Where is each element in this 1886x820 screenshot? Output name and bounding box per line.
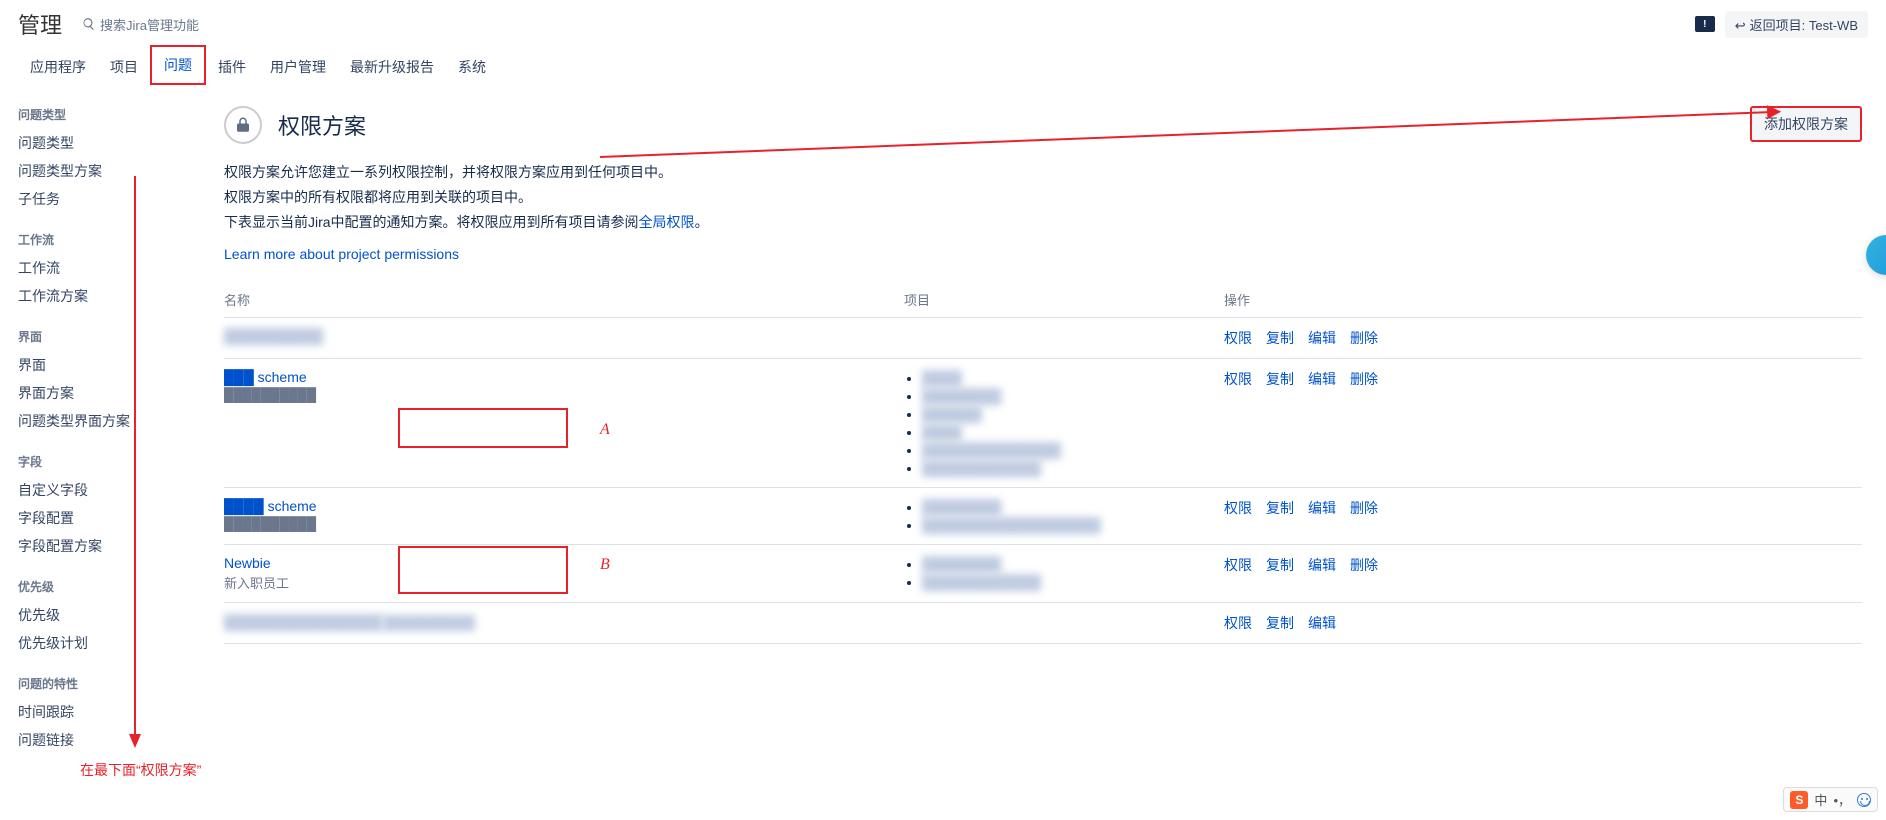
action-perm[interactable]: 权限 (1224, 371, 1252, 387)
table-row: ████ scheme█████████████████████████████… (224, 487, 1862, 544)
table-row: ██████████████████████████ 权限复制编辑 (224, 602, 1862, 643)
annotation-label-a: A (600, 421, 610, 439)
scheme-description: ██████████ (224, 516, 904, 531)
sidebar-heading: 问题类型 (18, 106, 200, 123)
sidebar-heading: 问题的特性 (18, 675, 200, 692)
table-row: ███ scheme██████████████████████████████… (224, 358, 1862, 487)
main-content: 权限方案 添加权限方案 权限方案允许您建立一系列权限控制，并将权限方案应用到任何… (200, 86, 1886, 792)
col-header-name: 名称 (224, 282, 904, 318)
lock-icon (224, 106, 262, 144)
action-copy[interactable]: 复制 (1266, 371, 1294, 387)
action-perm[interactable]: 权限 (1224, 330, 1252, 346)
nav-tab[interactable]: 项目 (98, 49, 150, 85)
action-del[interactable]: 删除 (1350, 330, 1378, 346)
sidebar-item[interactable]: 字段配置方案 (18, 532, 200, 560)
scheme-description: ██████████ (383, 615, 475, 630)
project-item[interactable]: ████████ (922, 387, 1224, 405)
page-title: 权限方案 (278, 109, 366, 141)
action-perm[interactable]: 权限 (1224, 557, 1252, 573)
scheme-name-link[interactable]: ██████████ (224, 328, 323, 344)
col-header-action: 操作 (1224, 282, 1862, 318)
sidebar-item[interactable]: 时间跟踪 (18, 698, 200, 726)
project-item[interactable]: ████████████ (922, 459, 1224, 477)
project-item[interactable]: ██████████████████ (922, 516, 1224, 534)
action-perm[interactable]: 权限 (1224, 615, 1252, 631)
return-to-project-button[interactable]: ↩返回项目: Test-WB (1725, 11, 1868, 38)
action-edit[interactable]: 编辑 (1308, 371, 1336, 387)
project-item[interactable]: ████████ (922, 555, 1224, 573)
project-item[interactable]: ██████████████ (922, 441, 1224, 459)
action-del[interactable]: 删除 (1350, 557, 1378, 573)
ime-punct: •， (1833, 790, 1851, 809)
action-perm[interactable]: 权限 (1224, 500, 1252, 516)
ime-emoji-icon[interactable] (1857, 793, 1871, 807)
search-icon (82, 17, 96, 31)
sidebar-item[interactable]: 优先级计划 (18, 629, 200, 657)
sidebar-item[interactable]: 工作流方案 (18, 282, 200, 310)
action-copy[interactable]: 复制 (1266, 557, 1294, 573)
global-permissions-link[interactable]: 全局权限 (639, 214, 695, 230)
nav-tab[interactable]: 系统 (446, 49, 498, 85)
action-del[interactable]: 删除 (1350, 371, 1378, 387)
sidebar-heading: 优先级 (18, 578, 200, 595)
sidebar-item[interactable]: 子任务 (18, 185, 200, 213)
sidebar-item[interactable]: 工作流 (18, 254, 200, 282)
scheme-description: 新入职员工 (224, 573, 904, 592)
sidebar-item[interactable]: 问题类型 (18, 129, 200, 157)
sidebar-item[interactable]: 问题类型界面方案 (18, 407, 200, 435)
page-description: 权限方案允许您建立一系列权限控制，并将权限方案应用到任何项目中。 权限方案中的所… (224, 160, 1862, 236)
table-row: Newbie 新入职员工 ████████████████████权限复制编辑删除 (224, 544, 1862, 602)
sidebar-item[interactable]: 问题类型方案 (18, 157, 200, 185)
project-item[interactable]: ████ (922, 369, 1224, 387)
learn-more-link[interactable]: Learn more about project permissions (224, 246, 1862, 262)
action-copy[interactable]: 复制 (1266, 330, 1294, 346)
admin-nav-tabs: 应用程序项目问题插件用户管理最新升级报告系统 (0, 48, 1886, 86)
project-item[interactable]: ████████████ (922, 573, 1224, 591)
scheme-name-link[interactable]: ███ scheme (224, 369, 307, 385)
nav-tab[interactable]: 应用程序 (18, 49, 98, 85)
sidebar-item[interactable]: 界面 (18, 351, 200, 379)
admin-sidebar: 问题类型问题类型问题类型方案子任务工作流工作流工作流方案界面界面界面方案问题类型… (0, 86, 200, 792)
action-edit[interactable]: 编辑 (1308, 615, 1336, 631)
sidebar-item[interactable]: 自定义字段 (18, 476, 200, 504)
action-edit[interactable]: 编辑 (1308, 557, 1336, 573)
ime-sogou-icon: S (1790, 791, 1808, 809)
ime-toolbar[interactable]: S 中 •， (1783, 787, 1878, 812)
nav-tab[interactable]: 插件 (206, 49, 258, 85)
ime-lang: 中 (1814, 790, 1827, 809)
action-del[interactable]: 删除 (1350, 500, 1378, 516)
nav-tab[interactable]: 问题 (150, 45, 206, 85)
add-permission-scheme-button[interactable]: 添加权限方案 (1750, 106, 1862, 142)
admin-search-placeholder: 搜索Jira管理功能 (100, 15, 199, 34)
sidebar-item[interactable]: 字段配置 (18, 504, 200, 532)
action-edit[interactable]: 编辑 (1308, 500, 1336, 516)
permission-schemes-table: 名称 项目 操作 ██████████权限复制编辑删除███ scheme███… (224, 282, 1862, 644)
col-header-project: 项目 (904, 282, 1224, 318)
scheme-name-link[interactable]: ████████████████ (224, 614, 383, 630)
scheme-name-link[interactable]: ████ scheme (224, 498, 317, 514)
sidebar-heading: 工作流 (18, 231, 200, 248)
sidebar-item[interactable]: 问题链接 (18, 726, 200, 754)
admin-search[interactable]: 搜索Jira管理功能 (82, 15, 199, 34)
sidebar-item[interactable]: 界面方案 (18, 379, 200, 407)
project-item[interactable]: ████████ (922, 498, 1224, 516)
feedback-icon[interactable]: ! (1695, 16, 1715, 32)
scheme-name-link[interactable]: Newbie (224, 555, 271, 571)
admin-title: 管理 (18, 8, 62, 40)
nav-tab[interactable]: 用户管理 (258, 49, 338, 85)
annotation-bottom-note: 在最下面“权限方案” (80, 760, 201, 780)
sidebar-heading: 字段 (18, 453, 200, 470)
sidebar-heading: 界面 (18, 328, 200, 345)
action-copy[interactable]: 复制 (1266, 615, 1294, 631)
scheme-description: ██████████ (224, 387, 904, 402)
admin-header: 管理 搜索Jira管理功能 ! ↩返回项目: Test-WB (0, 0, 1886, 48)
annotation-label-b: B (600, 556, 610, 574)
action-edit[interactable]: 编辑 (1308, 330, 1336, 346)
nav-tab[interactable]: 最新升级报告 (338, 49, 446, 85)
sidebar-item[interactable]: 优先级 (18, 601, 200, 629)
action-copy[interactable]: 复制 (1266, 500, 1294, 516)
table-row: ██████████ 权限复制编辑删除 (224, 317, 1862, 358)
project-item[interactable]: ██████ (922, 405, 1224, 423)
project-item[interactable]: ████ (922, 423, 1224, 441)
